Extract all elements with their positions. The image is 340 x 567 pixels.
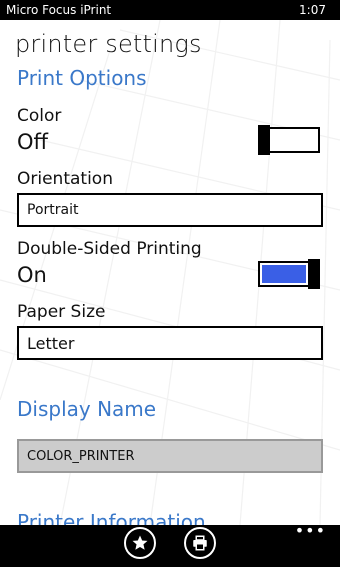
display-name-value: COLOR_PRINTER	[27, 448, 135, 464]
print-options-header: Print Options	[17, 66, 147, 90]
settings-page: printer settings Print Options Color Off…	[0, 20, 340, 525]
printer-icon	[193, 535, 207, 551]
display-name-field: COLOR_PRINTER	[17, 439, 323, 473]
double-sided-toggle-fill	[262, 265, 306, 283]
star-icon	[132, 535, 148, 550]
double-sided-toggle-thumb	[308, 259, 320, 289]
print-button[interactable]	[184, 527, 216, 559]
color-state: Off	[17, 130, 48, 154]
status-bar: Micro Focus iPrint 1:07	[0, 0, 340, 20]
app-bar: •••	[0, 521, 340, 567]
printer-information-header: Printer Information	[17, 510, 206, 525]
color-toggle[interactable]	[258, 125, 320, 155]
orientation-value: Portrait	[27, 202, 79, 218]
status-time: 1:07	[299, 3, 326, 17]
paper-size-label: Paper Size	[17, 302, 106, 322]
page-title: printer settings	[15, 30, 202, 58]
orientation-select[interactable]: Portrait	[17, 193, 323, 227]
orientation-label: Orientation	[17, 169, 113, 189]
favorite-button[interactable]	[124, 527, 156, 559]
double-sided-state: On	[17, 263, 47, 287]
double-sided-toggle[interactable]	[258, 259, 320, 289]
color-label: Color	[17, 106, 62, 126]
color-toggle-thumb	[258, 125, 270, 155]
display-name-header: Display Name	[17, 397, 157, 421]
status-app-name: Micro Focus iPrint	[6, 3, 112, 17]
paper-size-select[interactable]: Letter	[17, 326, 323, 360]
double-sided-label: Double-Sided Printing	[17, 239, 202, 259]
paper-size-value: Letter	[27, 333, 75, 353]
more-options-button[interactable]: •••	[295, 521, 326, 540]
